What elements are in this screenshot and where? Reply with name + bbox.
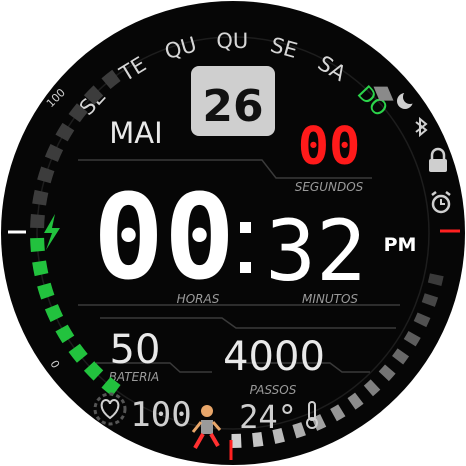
arc-segment bbox=[413, 312, 431, 328]
watch-face: SE TE QU QU SE SA DO 26 MAI 00 SEGUNDOS 00 32 … bbox=[0, 0, 466, 466]
arc-segment bbox=[252, 431, 264, 448]
battery-segment bbox=[83, 85, 104, 105]
steps-value: 4000 bbox=[223, 334, 325, 380]
arc-segment bbox=[347, 392, 364, 410]
date-day: 26 bbox=[202, 81, 263, 132]
battery-segment bbox=[44, 304, 64, 322]
battery-segment bbox=[44, 144, 64, 162]
battery-segment bbox=[101, 69, 121, 90]
arc-segment bbox=[421, 293, 439, 307]
battery-segment bbox=[37, 166, 55, 184]
arc-segment bbox=[403, 330, 421, 347]
battery-segment bbox=[68, 343, 88, 363]
battery-segment bbox=[55, 324, 75, 344]
watch-face-svg: SETEQU QU SESADO 26 MAI 00 SEGUNDOS 00 32 … bbox=[1, 1, 465, 465]
battery-segment bbox=[83, 361, 104, 381]
battery-value: 50 bbox=[110, 327, 161, 373]
battery-segment bbox=[68, 103, 88, 123]
minutes-value: 32 bbox=[265, 202, 366, 300]
battery-segment bbox=[32, 260, 49, 277]
ampm-indicator: PM bbox=[384, 234, 417, 256]
battery-segment bbox=[37, 282, 55, 300]
battery-segment bbox=[55, 122, 75, 142]
arc-segment bbox=[363, 379, 381, 397]
seconds-label: SEGUNDOS bbox=[295, 180, 364, 194]
battery-segment bbox=[32, 189, 49, 206]
colon-bottom bbox=[240, 262, 251, 273]
hours-label: HORAS bbox=[177, 292, 220, 306]
seconds-value: 00 bbox=[298, 117, 361, 177]
minutes-label: MINUTOS bbox=[302, 292, 358, 306]
arc-segment bbox=[392, 348, 410, 365]
arc-segment bbox=[378, 364, 396, 382]
date-month: MAI bbox=[109, 116, 162, 150]
hours-value: 00 bbox=[93, 168, 235, 306]
weekday-4: QU bbox=[216, 29, 248, 53]
arc-segment bbox=[427, 273, 444, 286]
temperature-value: 24° bbox=[239, 398, 297, 436]
battery-segment bbox=[101, 376, 121, 397]
heart-rate-value: 100 bbox=[130, 395, 191, 435]
arc-segment bbox=[330, 404, 346, 422]
steps-label: PASSOS bbox=[250, 383, 297, 397]
battery-segment bbox=[30, 237, 45, 253]
colon-top bbox=[240, 222, 251, 233]
battery-segment bbox=[30, 213, 45, 229]
